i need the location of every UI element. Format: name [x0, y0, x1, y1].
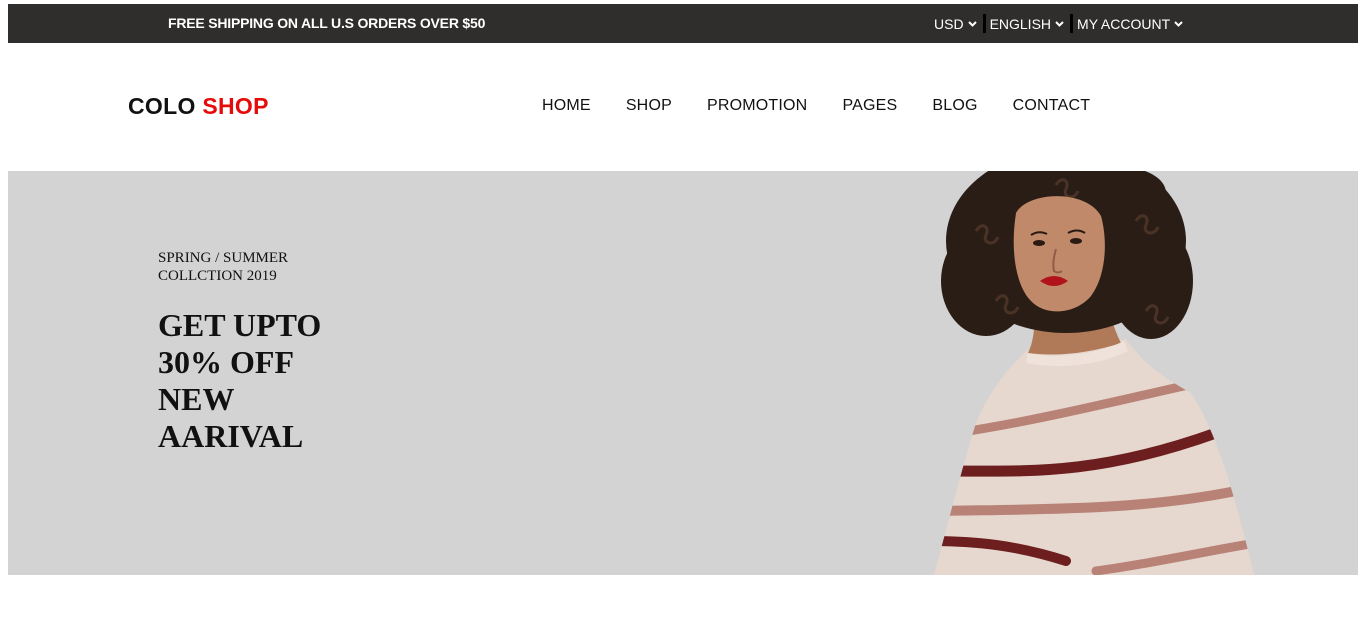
- nav-pages[interactable]: PAGES: [842, 97, 897, 115]
- main-nav: HOME SHOP PROMOTION PAGES BLOG CONTACT: [542, 97, 1090, 115]
- language-dropdown[interactable]: ENGLISH: [990, 16, 1064, 32]
- nav-shop[interactable]: SHOP: [626, 97, 672, 115]
- model-photo: [934, 171, 1254, 575]
- nav-promotion[interactable]: PROMOTION: [707, 97, 807, 115]
- account-label: MY ACCOUNT: [1077, 15, 1171, 32]
- chevron-down-icon: [1055, 20, 1064, 27]
- menu-divider: [1070, 14, 1074, 33]
- menu-divider: [982, 14, 986, 33]
- top-menu: USD ENGLISH MY ACCOUNT: [934, 4, 1183, 43]
- nav-blog[interactable]: BLOG: [932, 97, 977, 115]
- top-bar: FREE SHIPPING ON ALL U.S ORDERS OVER $50…: [8, 4, 1358, 43]
- site-header: COLO SHOP HOME SHOP PROMOTION PAGES BLOG…: [8, 43, 1358, 171]
- account-dropdown[interactable]: MY ACCOUNT: [1077, 16, 1183, 32]
- currency-label: USD: [934, 15, 964, 32]
- chevron-down-icon: [1174, 20, 1183, 27]
- hero-subtitle: SPRING / SUMMER COLLCTION 2019: [158, 250, 289, 284]
- shipping-banner: FREE SHIPPING ON ALL U.S ORDERS OVER $50: [168, 15, 486, 31]
- nav-contact[interactable]: CONTACT: [1013, 97, 1091, 115]
- logo-text: COLO: [128, 93, 196, 119]
- language-label: ENGLISH: [989, 15, 1052, 32]
- nav-home[interactable]: HOME: [542, 97, 591, 115]
- currency-dropdown[interactable]: USD: [934, 16, 977, 32]
- hero-banner: SPRING / SUMMER COLLCTION 2019 GET UPTO …: [8, 171, 1358, 575]
- logo[interactable]: COLO SHOP: [128, 93, 269, 120]
- logo-accent-text: SHOP: [202, 93, 269, 119]
- hero-title: GET UPTO 30% OFF NEW AARIVAL: [158, 307, 322, 454]
- chevron-down-icon: [967, 20, 977, 27]
